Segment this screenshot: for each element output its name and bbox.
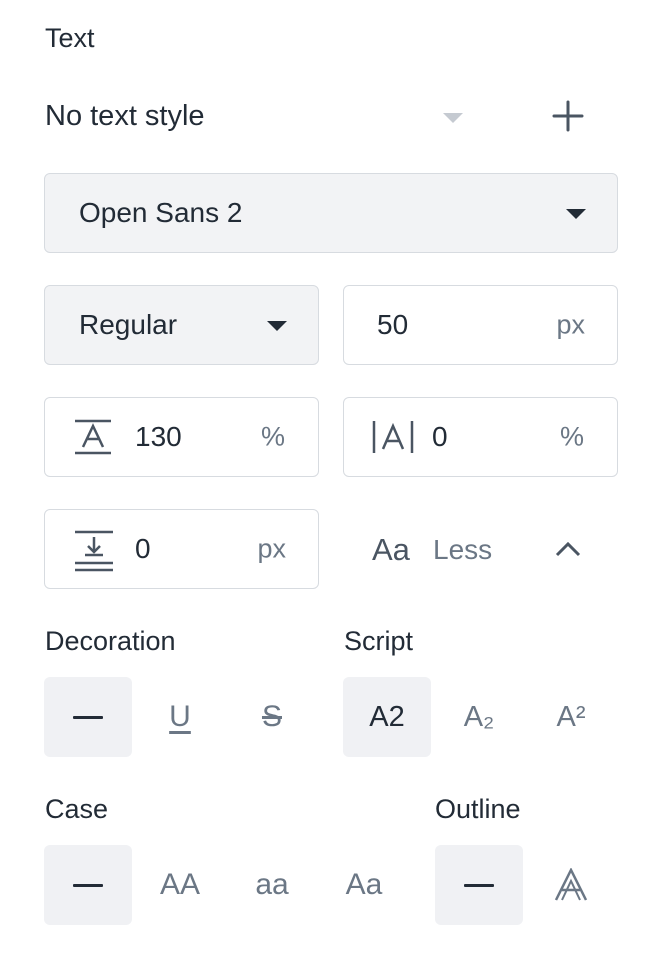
- font-weight-select[interactable]: Regular: [44, 285, 319, 365]
- less-label: Less: [433, 534, 493, 565]
- subscript-icon: A₂: [463, 700, 495, 733]
- font-weight-value: Regular: [79, 309, 178, 340]
- paragraph-spacing-unit: px: [257, 533, 286, 564]
- superscript-button[interactable]: A²: [527, 677, 615, 757]
- letter-spacing-icon: [372, 421, 414, 453]
- case-none-button[interactable]: [44, 845, 132, 925]
- outline-title: Outline: [435, 794, 521, 824]
- text-style-dropdown-icon[interactable]: [443, 113, 463, 123]
- letter-spacing-unit: %: [559, 421, 584, 452]
- plus-icon: [552, 100, 584, 132]
- script-normal-label: A2: [369, 700, 405, 733]
- chevron-up-icon: [555, 541, 581, 557]
- line-height-icon: [75, 419, 111, 455]
- uppercase-button[interactable]: AA: [136, 845, 224, 925]
- superscript-icon: A²: [556, 700, 586, 733]
- titlecase-button[interactable]: Aa: [320, 845, 408, 925]
- decoration-title: Decoration: [45, 626, 176, 656]
- line-height-value: 130: [135, 421, 182, 452]
- underline-icon: U: [169, 700, 191, 733]
- dash-icon: [73, 883, 103, 887]
- paragraph-spacing-icon: [75, 530, 113, 572]
- letter-spacing-input[interactable]: 0 %: [343, 397, 618, 477]
- script-normal-button[interactable]: A2: [343, 677, 431, 757]
- titlecase-label: Aa: [345, 868, 383, 901]
- underline-button[interactable]: U: [136, 677, 224, 757]
- font-size-unit: px: [556, 309, 585, 340]
- add-text-style-button[interactable]: [552, 100, 584, 132]
- chevron-down-icon: [267, 321, 287, 331]
- lowercase-label: aa: [255, 868, 289, 901]
- outline-icon: [554, 868, 588, 901]
- strikethrough-icon: S: [261, 700, 282, 733]
- strikethrough-button[interactable]: S: [228, 677, 316, 757]
- chevron-down-icon: [566, 209, 586, 219]
- less-toggle-button[interactable]: Aa Less: [372, 530, 592, 570]
- decoration-none-button[interactable]: [44, 677, 132, 757]
- dash-icon: [464, 883, 494, 887]
- line-height-input[interactable]: 130 %: [44, 397, 319, 477]
- font-family-value: Open Sans 2: [79, 197, 243, 228]
- paragraph-spacing-input[interactable]: 0 px: [44, 509, 319, 589]
- outline-none-button[interactable]: [435, 845, 523, 925]
- font-family-select[interactable]: Open Sans 2: [44, 173, 618, 253]
- outline-button[interactable]: [527, 845, 615, 925]
- text-style-label[interactable]: No text style: [45, 100, 205, 133]
- font-size-value: 50: [377, 309, 409, 340]
- script-title: Script: [344, 626, 414, 656]
- letter-spacing-value: 0: [432, 421, 448, 452]
- font-size-input[interactable]: 50 px: [343, 285, 618, 365]
- typography-icon: Aa: [372, 532, 410, 567]
- lowercase-button[interactable]: aa: [228, 845, 316, 925]
- subscript-button[interactable]: A₂: [435, 677, 523, 757]
- case-title: Case: [45, 794, 109, 824]
- line-height-unit: %: [260, 421, 285, 452]
- uppercase-label: AA: [159, 868, 201, 901]
- paragraph-spacing-value: 0: [135, 533, 151, 564]
- dash-icon: [73, 715, 103, 719]
- section-title: Text: [45, 23, 95, 53]
